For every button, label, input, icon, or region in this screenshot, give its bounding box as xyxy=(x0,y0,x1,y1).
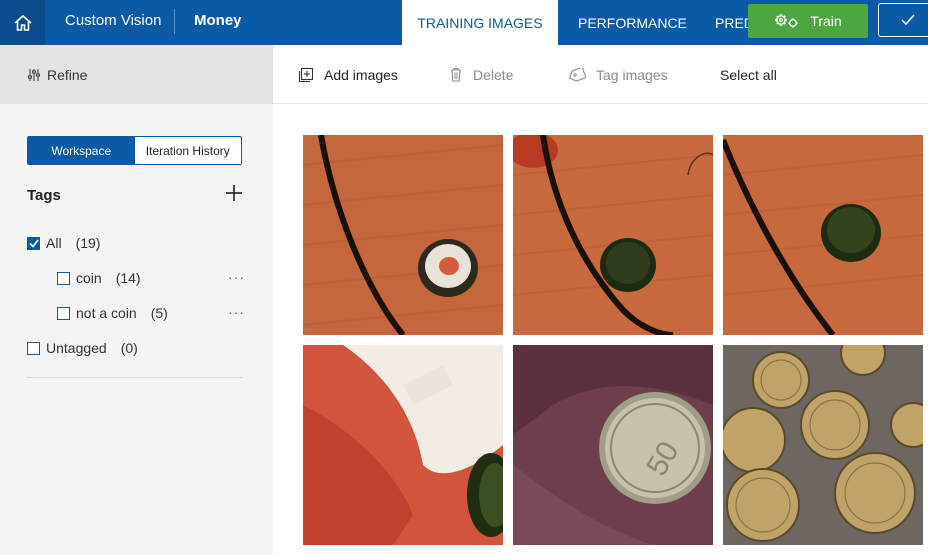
image-tile[interactable] xyxy=(723,345,923,545)
sliders-icon xyxy=(27,68,41,81)
tag-filter-all[interactable]: All (19) xyxy=(27,235,100,251)
tag-icon xyxy=(568,67,586,82)
view-segmented-control: Workspace Iteration History xyxy=(27,136,242,165)
select-all-label: Select all xyxy=(720,66,777,83)
tag-count: (5) xyxy=(150,305,168,321)
train-label: Train xyxy=(810,13,842,29)
tag-filter-not-a-coin[interactable]: not a coin (5) xyxy=(57,305,168,321)
tag-not-a-coin-checkbox[interactable] xyxy=(57,306,70,320)
delete-label: Delete xyxy=(473,66,514,83)
tab-performance-label: PERFORMANCE xyxy=(578,15,687,31)
project-name[interactable]: Money xyxy=(194,12,242,29)
tag-label: coin xyxy=(76,270,102,286)
trash-icon xyxy=(451,67,461,82)
home-button[interactable] xyxy=(0,0,45,45)
tag-label: All xyxy=(46,235,62,251)
refine-toggle[interactable]: Refine xyxy=(0,45,273,104)
training-image-bottle-cap-green xyxy=(513,135,713,335)
training-image-bottle-cap-red xyxy=(303,135,503,335)
workspace-button[interactable]: Workspace xyxy=(28,137,135,164)
refine-label: Refine xyxy=(47,66,88,83)
tag-images-button[interactable]: Tag images xyxy=(568,45,668,104)
checkmark-icon xyxy=(28,239,39,248)
tag-coin-checkbox[interactable] xyxy=(57,271,70,285)
delete-button[interactable]: Delete xyxy=(449,45,513,104)
tag-filter-untagged[interactable]: Untagged (0) xyxy=(27,340,138,356)
training-image-hand-cap xyxy=(303,345,503,545)
tag-all-checkbox[interactable] xyxy=(27,236,40,250)
sidebar-divider xyxy=(27,377,243,378)
image-tile[interactable] xyxy=(303,135,503,335)
tag-label: Untagged xyxy=(46,340,107,356)
header-divider xyxy=(174,9,175,34)
add-image-icon xyxy=(298,67,314,82)
select-all-button[interactable]: Select all xyxy=(720,45,777,104)
tag-coin-more-icon[interactable]: ··· xyxy=(228,269,245,285)
add-images-label: Add images xyxy=(324,66,398,83)
tab-performance[interactable]: PERFORMANCE xyxy=(578,0,687,45)
tag-count: (19) xyxy=(75,235,101,251)
sidebar: Refine Workspace Iteration History Tags … xyxy=(0,45,273,555)
image-tile[interactable] xyxy=(723,135,923,335)
training-image-hand-coin: 50 xyxy=(513,345,713,545)
iteration-history-button[interactable]: Iteration History xyxy=(134,137,241,164)
tag-count: (0) xyxy=(120,340,138,356)
image-tile[interactable] xyxy=(513,135,713,335)
training-image-bottle-cap-green-2 xyxy=(723,135,923,335)
tag-count: (14) xyxy=(115,270,141,286)
gears-icon xyxy=(775,14,798,28)
image-toolbar: Add images Delete Tag images Select all xyxy=(273,45,928,104)
add-images-button[interactable]: Add images xyxy=(298,45,398,104)
tab-training-images-label: TRAINING IMAGES xyxy=(417,15,543,31)
tag-label: not a coin xyxy=(76,305,137,321)
image-tile[interactable] xyxy=(303,345,503,545)
add-tag-icon[interactable] xyxy=(224,183,244,203)
tab-training-images[interactable]: TRAINING IMAGES xyxy=(402,0,558,45)
tag-not-a-coin-more-icon[interactable]: ··· xyxy=(228,304,245,320)
quick-test-button[interactable] xyxy=(878,3,928,37)
home-icon xyxy=(13,14,32,31)
tag-images-label: Tag images xyxy=(596,66,668,83)
checkmark-icon xyxy=(901,14,915,26)
tags-heading: Tags xyxy=(27,187,61,204)
image-tile[interactable]: 50 xyxy=(513,345,713,545)
tag-filter-coin[interactable]: coin (14) xyxy=(57,270,141,286)
top-bar: Custom Vision Money TRAINING IMAGES PERF… xyxy=(0,0,928,45)
tag-untagged-checkbox[interactable] xyxy=(27,341,40,355)
training-image-coins-pile xyxy=(723,345,923,545)
train-button[interactable]: Train xyxy=(748,4,868,38)
app-brand[interactable]: Custom Vision xyxy=(65,12,161,29)
